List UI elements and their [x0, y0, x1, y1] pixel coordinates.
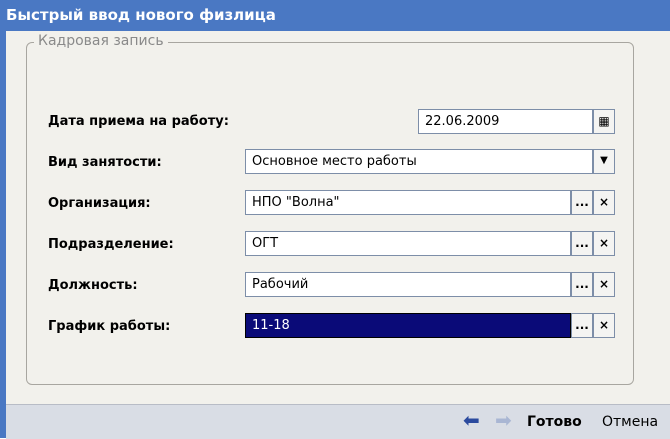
- forward-arrow-icon: ➡: [495, 408, 512, 432]
- calendar-icon[interactable]: ▦: [593, 109, 615, 134]
- department-value: ОГТ: [252, 236, 279, 251]
- employment-type-select[interactable]: Основное место работы: [245, 149, 593, 174]
- department-clear-icon[interactable]: ×: [593, 231, 615, 256]
- position-value: Рабочий: [252, 277, 309, 292]
- hire-date-label: Дата приема на работу:: [48, 114, 229, 129]
- organization-value: НПО "Волна": [252, 195, 340, 210]
- dialog-window: Быстрый ввод нового физлица Кадровая зап…: [0, 0, 670, 439]
- department-field[interactable]: ОГТ: [245, 231, 571, 256]
- position-select-button[interactable]: ...: [571, 272, 593, 297]
- title-bar: Быстрый ввод нового физлица: [0, 0, 670, 31]
- schedule-label: График работы:: [48, 319, 171, 334]
- schedule-field[interactable]: 11-18: [245, 313, 571, 338]
- ready-button[interactable]: Готово: [527, 414, 582, 430]
- chevron-down-icon[interactable]: ▼: [593, 149, 615, 174]
- hire-date-value: 22.06.2009: [425, 114, 500, 129]
- hire-date-field[interactable]: 22.06.2009: [418, 109, 593, 134]
- employment-type-value: Основное место работы: [252, 154, 417, 169]
- schedule-clear-icon[interactable]: ×: [593, 313, 615, 338]
- organization-field[interactable]: НПО "Волна": [245, 190, 571, 215]
- position-field[interactable]: Рабочий: [245, 272, 571, 297]
- position-label: Должность:: [48, 278, 138, 293]
- organization-label: Организация:: [48, 196, 151, 211]
- department-label: Подразделение:: [48, 237, 174, 252]
- position-clear-icon[interactable]: ×: [593, 272, 615, 297]
- group-legend: Кадровая запись: [34, 33, 168, 49]
- back-arrow-icon[interactable]: ⬅: [463, 410, 480, 430]
- department-select-button[interactable]: ...: [571, 231, 593, 256]
- organization-select-button[interactable]: ...: [571, 190, 593, 215]
- schedule-select-button[interactable]: ...: [571, 313, 593, 338]
- window-title: Быстрый ввод нового физлица: [6, 6, 276, 24]
- organization-clear-icon[interactable]: ×: [593, 190, 615, 215]
- cancel-button[interactable]: Отмена: [602, 414, 658, 430]
- employment-type-label: Вид занятости:: [48, 155, 162, 170]
- schedule-value: 11-18: [252, 318, 290, 333]
